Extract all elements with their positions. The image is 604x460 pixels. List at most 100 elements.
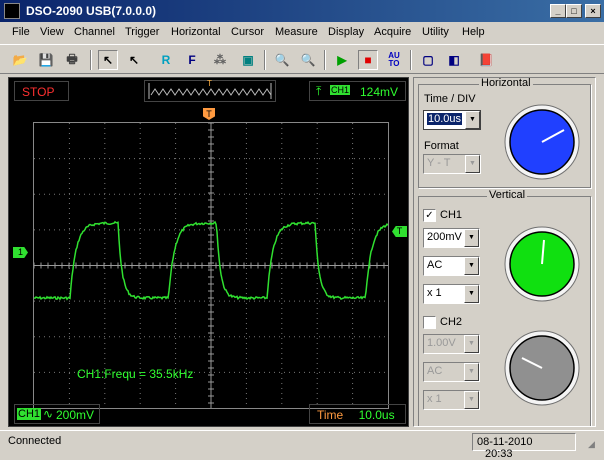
zoom-in-icon: 🔍 [274, 53, 290, 67]
display-button[interactable]: ▣ [238, 50, 258, 70]
time-readout: Time 10.0us [309, 404, 406, 424]
format-select[interactable]: Y - T ▼ [423, 154, 481, 174]
chevron-down-icon: ▼ [464, 335, 479, 353]
select-button[interactable]: ↖ [124, 50, 144, 70]
minimize-button[interactable]: _ [550, 4, 566, 18]
run-button[interactable]: ▶ [332, 50, 352, 70]
toolbar-separator [324, 50, 326, 70]
title-bar: DSO-2090 USB(7.0.0.0) _ □ × [0, 0, 604, 22]
trigger-position-bar[interactable]: T [144, 79, 276, 102]
chevron-down-icon: ▼ [465, 111, 480, 129]
ch1-scale-readout: CH1 ∿ 200mV [14, 404, 100, 424]
menu-view[interactable]: View [40, 26, 64, 38]
ch1-coupling-select[interactable]: AC ▼ [423, 256, 480, 276]
trigger-edge-icon: ⤒ [316, 84, 322, 98]
ch2-checkbox-label[interactable]: CH2 [440, 316, 462, 328]
menu-display[interactable]: Display [328, 26, 364, 38]
zoom-in-button[interactable]: 🔍 [272, 50, 292, 70]
ch2-volts-knob[interactable] [502, 328, 582, 408]
menu-trigger[interactable]: Trigger [125, 26, 159, 38]
fit-button[interactable]: ▢ [418, 50, 438, 70]
waveform-screen[interactable] [33, 122, 389, 409]
time-div-label: Time / DIV [424, 93, 476, 105]
time-div-select[interactable]: 10.0us ▼ [423, 110, 481, 130]
stop-icon: ■ [364, 53, 372, 67]
menu-utility[interactable]: Utility [422, 26, 449, 38]
ch2-volts-select[interactable]: 1.00V ▼ [423, 334, 480, 354]
print-icon: 🖶 [66, 51, 78, 66]
resize-grip-icon: ◢ [588, 439, 595, 449]
menu-horizontal[interactable]: Horizontal [171, 26, 221, 38]
control-panel: Horizontal Time / DIV 10.0us ▼ Format Y … [413, 77, 596, 427]
panel-icon: ◧ [448, 53, 460, 67]
chevron-down-icon: ▼ [464, 257, 479, 275]
autoset-icon: AU TO [388, 51, 400, 68]
status-bar: Connected 08-11-2010 20:33 ◢ [0, 430, 604, 460]
ch1-label: CH1 [17, 408, 42, 420]
menu-channel[interactable]: Channel [74, 26, 115, 38]
chevron-down-icon: ▼ [464, 391, 479, 409]
trigger-level: 124mV [360, 85, 399, 99]
save-icon: 💾 [38, 53, 54, 67]
format-label: Format [424, 140, 459, 152]
status-time: 20:33 [485, 448, 513, 460]
menu-cursor[interactable]: Cursor [231, 26, 264, 38]
ch1-zero-marker: 1 [13, 247, 28, 258]
menu-measure[interactable]: Measure [275, 26, 318, 38]
menu-help[interactable]: Help [462, 26, 485, 38]
time-div-knob[interactable] [502, 102, 582, 182]
menu-file[interactable]: File [12, 26, 30, 38]
window-title: DSO-2090 USB(7.0.0.0) [26, 4, 157, 18]
pointer-icon: ↖ [102, 53, 114, 67]
display-icon: ▣ [242, 53, 254, 67]
toolbar-separator [90, 50, 92, 70]
time-label: Time [317, 408, 344, 422]
run-icon: ▶ [337, 53, 347, 67]
scope-display[interactable]: STOP T ⤒ CH1 124mV T 1 T CH1:Frequ = 35.… [8, 77, 409, 427]
reference-button[interactable]: R [156, 50, 176, 70]
zoom-out-icon: 🔍 [300, 53, 316, 67]
trigger-channel: CH1 [330, 85, 351, 95]
toolbar-separator [264, 50, 266, 70]
save-button[interactable]: 💾 [36, 50, 56, 70]
app-icon [4, 3, 20, 19]
fft-button[interactable]: F [182, 50, 202, 70]
close-button[interactable]: × [585, 4, 601, 18]
ch1-checkbox[interactable]: ✓ [423, 209, 436, 222]
math-button[interactable]: ⁂ [210, 50, 230, 70]
stop-button[interactable]: ■ [358, 50, 378, 70]
print-button[interactable]: 🖶 [62, 50, 82, 70]
fit-icon: ▢ [422, 53, 434, 67]
trigger-time-marker: T [203, 108, 215, 120]
ch2-probe-select[interactable]: x 1 ▼ [423, 390, 480, 410]
trigger-readout: ⤒ CH1 124mV [309, 81, 406, 101]
ch2-coupling-select[interactable]: AC ▼ [423, 362, 480, 382]
math-icon: ⁂ [214, 53, 226, 67]
reference-icon: R [161, 53, 171, 67]
ch1-probe-select[interactable]: x 1 ▼ [423, 284, 480, 304]
chevron-down-icon: ▼ [464, 285, 479, 303]
trigger-position-marker: T [207, 79, 212, 88]
open-button[interactable]: 📂 [10, 50, 30, 70]
time-value: 10.0us [358, 408, 395, 422]
book-icon: 📕 [478, 53, 494, 67]
menu-acquire[interactable]: Acquire [374, 26, 411, 38]
select-icon: ↖ [128, 53, 140, 67]
pointer-button[interactable]: ↖ [98, 50, 118, 70]
panel-button[interactable]: ◧ [444, 50, 464, 70]
status-date: 08-11-2010 [477, 436, 533, 448]
chevron-down-icon: ▼ [465, 155, 480, 173]
menu-bar: File View Channel Trigger Horizontal Cur… [0, 22, 604, 42]
ch1-checkbox-label[interactable]: CH1 [440, 209, 462, 221]
help-book-button[interactable]: 📕 [476, 50, 496, 70]
ch1-volts-select[interactable]: 200mV ▼ [423, 228, 480, 248]
ch1-volts-knob[interactable] [502, 224, 582, 304]
ch1-scale: 200mV [56, 408, 95, 422]
horizontal-title: Horizontal [479, 77, 533, 89]
vertical-title: Vertical [487, 189, 528, 201]
maximize-button[interactable]: □ [566, 4, 582, 18]
ch2-checkbox[interactable] [423, 316, 436, 329]
zoom-out-button[interactable]: 🔍 [298, 50, 318, 70]
autoset-button[interactable]: AU TO [384, 50, 404, 70]
run-state-indicator[interactable]: STOP [14, 81, 69, 101]
